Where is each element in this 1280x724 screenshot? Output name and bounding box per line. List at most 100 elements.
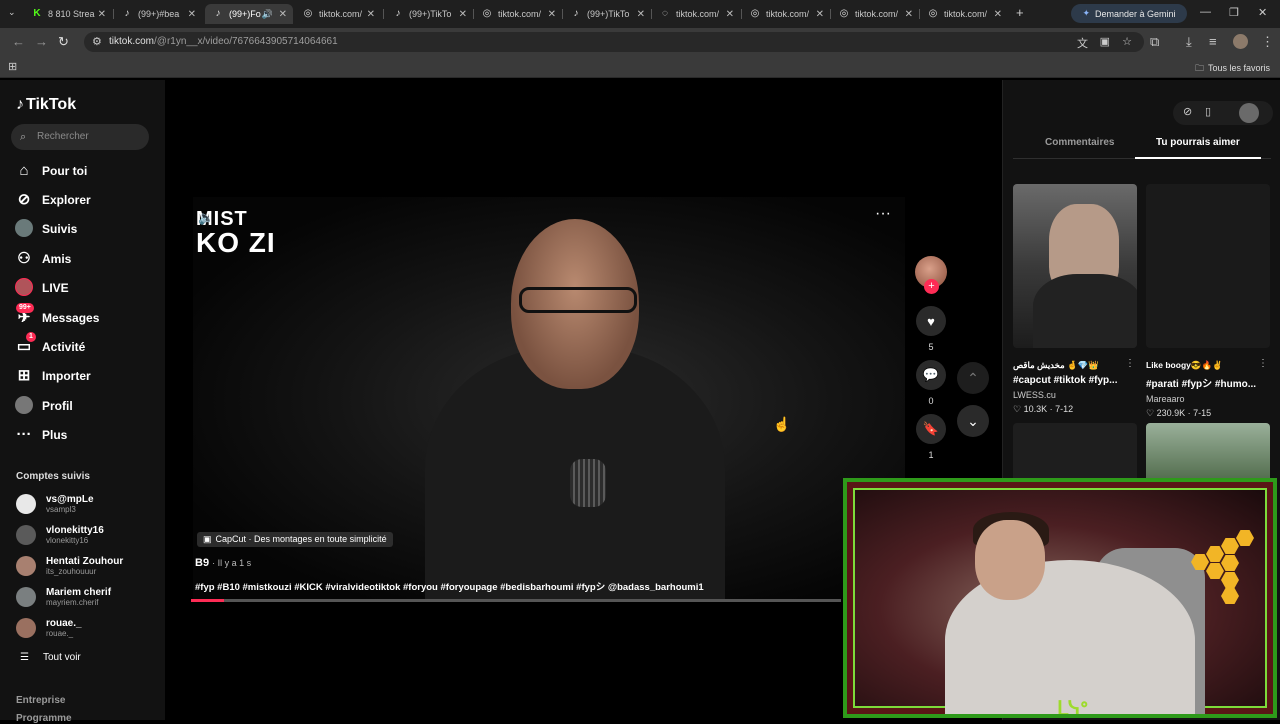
video-thumbnail[interactable]: [1146, 184, 1270, 348]
browser-tab[interactable]: ♪ (99+)TikTo ✕: [385, 4, 473, 24]
close-tab-icon[interactable]: ✕: [279, 9, 287, 20]
footer-link[interactable]: Entreprise: [16, 695, 65, 706]
close-window-icon[interactable]: ✕: [1258, 6, 1267, 19]
minimize-icon[interactable]: —: [1200, 6, 1211, 18]
see-all-button[interactable]: ☰ Tout voir: [20, 652, 81, 663]
browser-tab[interactable]: ◎ tiktok.com/ ✕: [474, 4, 562, 24]
search-input[interactable]: ⌕ Rechercher: [11, 124, 149, 150]
next-video-button[interactable]: ⌄: [957, 405, 989, 437]
tiktok-logo[interactable]: ♪ TikTok: [16, 96, 76, 114]
panel-tabs: Commentaires Tu pourrais aimer: [1013, 135, 1271, 159]
close-tab-icon[interactable]: ✕: [367, 9, 375, 20]
followed-account[interactable]: vs@mpLe vsampl3: [16, 492, 94, 516]
video-thumbnail[interactable]: [1013, 184, 1137, 348]
tab-suggestions[interactable]: Tu pourrais aimer: [1156, 137, 1240, 148]
browser-tab[interactable]: ♪ (99+)TikTo ✕: [563, 4, 651, 24]
cast-icon[interactable]: ▣: [1100, 35, 1110, 48]
menu-kebab-icon[interactable]: ⋮: [1261, 34, 1274, 50]
account-name: Hentati Zouhour: [46, 556, 124, 567]
previous-video-button[interactable]: ⌃: [957, 362, 989, 394]
card-stats: ♡ 10.3K · 7-12: [1013, 404, 1074, 414]
like-button[interactable]: ♥: [916, 306, 946, 336]
followed-account[interactable]: vlonekitty16 vlonekitty16: [16, 523, 104, 547]
browser-tab[interactable]: ◎ tiktok.com/ ✕: [831, 4, 919, 24]
translate-icon[interactable]: 文: [1077, 35, 1088, 51]
close-tab-icon[interactable]: ✕: [994, 9, 1002, 20]
nav-messages[interactable]: ✈ 99+ Messages: [14, 303, 99, 328]
browser-tab[interactable]: ♪ (99+)#bea ✕: [114, 4, 202, 24]
nav-activity[interactable]: ▭ 1 Activité: [14, 332, 85, 357]
tab-title: tiktok.com/: [855, 9, 899, 19]
nav-more[interactable]: ··· Plus: [14, 425, 68, 445]
back-icon[interactable]: ←: [12, 34, 25, 49]
author-name: B9: [195, 557, 210, 569]
follow-plus-icon[interactable]: +: [924, 279, 939, 294]
close-tab-icon[interactable]: ✕: [816, 9, 824, 20]
address-bar[interactable]: ⚙ tiktok.com/@r1yn__x/video/767664390571…: [84, 32, 1144, 52]
globe-icon: ◎: [750, 8, 760, 19]
close-tab-icon[interactable]: ✕: [548, 9, 556, 20]
browser-tab[interactable]: ◌ tiktok.com/ ✕: [652, 4, 740, 24]
nav-following[interactable]: Suivis: [14, 219, 77, 239]
video-more-icon[interactable]: ···: [875, 205, 891, 223]
footer-link[interactable]: Programme: [16, 713, 72, 724]
forward-icon[interactable]: →: [35, 34, 48, 49]
media-control-icon[interactable]: ≡: [1209, 34, 1217, 49]
close-tab-icon[interactable]: ✕: [459, 9, 467, 20]
close-tab-icon[interactable]: ✕: [98, 9, 106, 20]
nav-upload[interactable]: ⊞ Importer: [14, 366, 91, 386]
close-tab-icon[interactable]: ✕: [188, 9, 196, 20]
capcut-badge[interactable]: ▣ CapCut · Des montages en toute simplici…: [197, 532, 393, 547]
card-more-icon[interactable]: ⋮: [1125, 358, 1135, 369]
compass-small-icon[interactable]: ⊘: [1183, 105, 1192, 118]
ask-gemini-button[interactable]: ✦ Demander à Gemini: [1071, 4, 1187, 23]
reload-icon[interactable]: ↻: [58, 34, 69, 50]
nav-live[interactable]: LIVE: [14, 278, 69, 298]
video-thumbnail[interactable]: [1013, 423, 1137, 483]
url-domain: tiktok.com: [109, 36, 155, 47]
video-thumbnail[interactable]: [1146, 423, 1270, 483]
video-progress-bar[interactable]: [191, 599, 841, 602]
download-icon[interactable]: ⤓: [1186, 34, 1192, 50]
browser-tab[interactable]: ◎ tiktok.com/ ✕: [920, 4, 1008, 24]
extensions-icon[interactable]: ⧉: [1150, 34, 1159, 50]
mouse-cursor-icon: ☝: [773, 416, 791, 432]
followed-account[interactable]: rouae._ rouae._: [16, 616, 82, 640]
video-author[interactable]: B9 · Il y a 1 s: [195, 557, 251, 569]
url-text[interactable]: tiktok.com/@r1yn__x/video/76766439057140…: [109, 36, 338, 47]
card-more-icon[interactable]: ⋮: [1258, 358, 1268, 369]
close-tab-icon[interactable]: ✕: [637, 9, 645, 20]
tab-list-icon[interactable]: ⌄: [8, 7, 16, 18]
creator-avatar[interactable]: +: [915, 256, 947, 294]
followed-account[interactable]: Hentati Zouhour its_zouhouuur: [16, 554, 123, 578]
followed-account[interactable]: Mariem cherif mayriem.cherif: [16, 585, 111, 609]
close-tab-icon[interactable]: ✕: [905, 9, 913, 20]
phone-icon[interactable]: ▯: [1205, 105, 1211, 118]
user-avatar[interactable]: [1239, 103, 1259, 123]
mute-icon[interactable]: 🔈: [198, 210, 214, 226]
close-tab-icon[interactable]: ✕: [726, 9, 734, 20]
apps-grid-icon[interactable]: ⊞: [8, 60, 17, 73]
new-tab-icon[interactable]: +: [1016, 5, 1024, 20]
browser-tab-active[interactable]: ♪ (99+)Fo 🔊 ✕: [205, 4, 293, 24]
comment-button[interactable]: 💬: [916, 360, 946, 390]
restore-icon[interactable]: ❐: [1229, 6, 1239, 19]
bookmark-star-icon[interactable]: ☆: [1122, 35, 1132, 48]
profile-avatar[interactable]: [1233, 34, 1248, 49]
nav-explore[interactable]: ⊘ Explorer: [14, 190, 91, 210]
site-info-icon[interactable]: ⚙: [92, 35, 102, 48]
tab-comments[interactable]: Commentaires: [1045, 137, 1114, 148]
nav-friends[interactable]: ⚇ Amis: [14, 249, 71, 269]
nav-profile[interactable]: Profil: [14, 396, 73, 416]
save-button[interactable]: 🔖: [916, 414, 946, 444]
browser-tab[interactable]: ◎ tiktok.com/ ✕: [742, 4, 830, 24]
browser-tab[interactable]: K 8 810 Strea ✕: [24, 4, 112, 24]
suggested-video-card[interactable]: مخديش ماقص 🤞💎👑 #capcut #tiktok #fyp... L…: [1013, 184, 1137, 415]
nav-for-you[interactable]: ⌂ Pour toi: [14, 161, 87, 181]
message-icon: ✈ 99+: [14, 303, 34, 328]
video-description[interactable]: #fyp #B10 #mistkouzi #KICK #viralvideoti…: [195, 579, 704, 593]
audio-playing-icon[interactable]: 🔊: [262, 9, 273, 20]
browser-tab[interactable]: ◎ tiktok.com/ ✕: [295, 4, 381, 24]
suggested-video-card[interactable]: Like boogy😎🔥✌ #parati #fypシ #humo... Mar…: [1146, 184, 1270, 419]
all-bookmarks-folder[interactable]: 🗀 Tous les favoris: [1195, 61, 1270, 77]
